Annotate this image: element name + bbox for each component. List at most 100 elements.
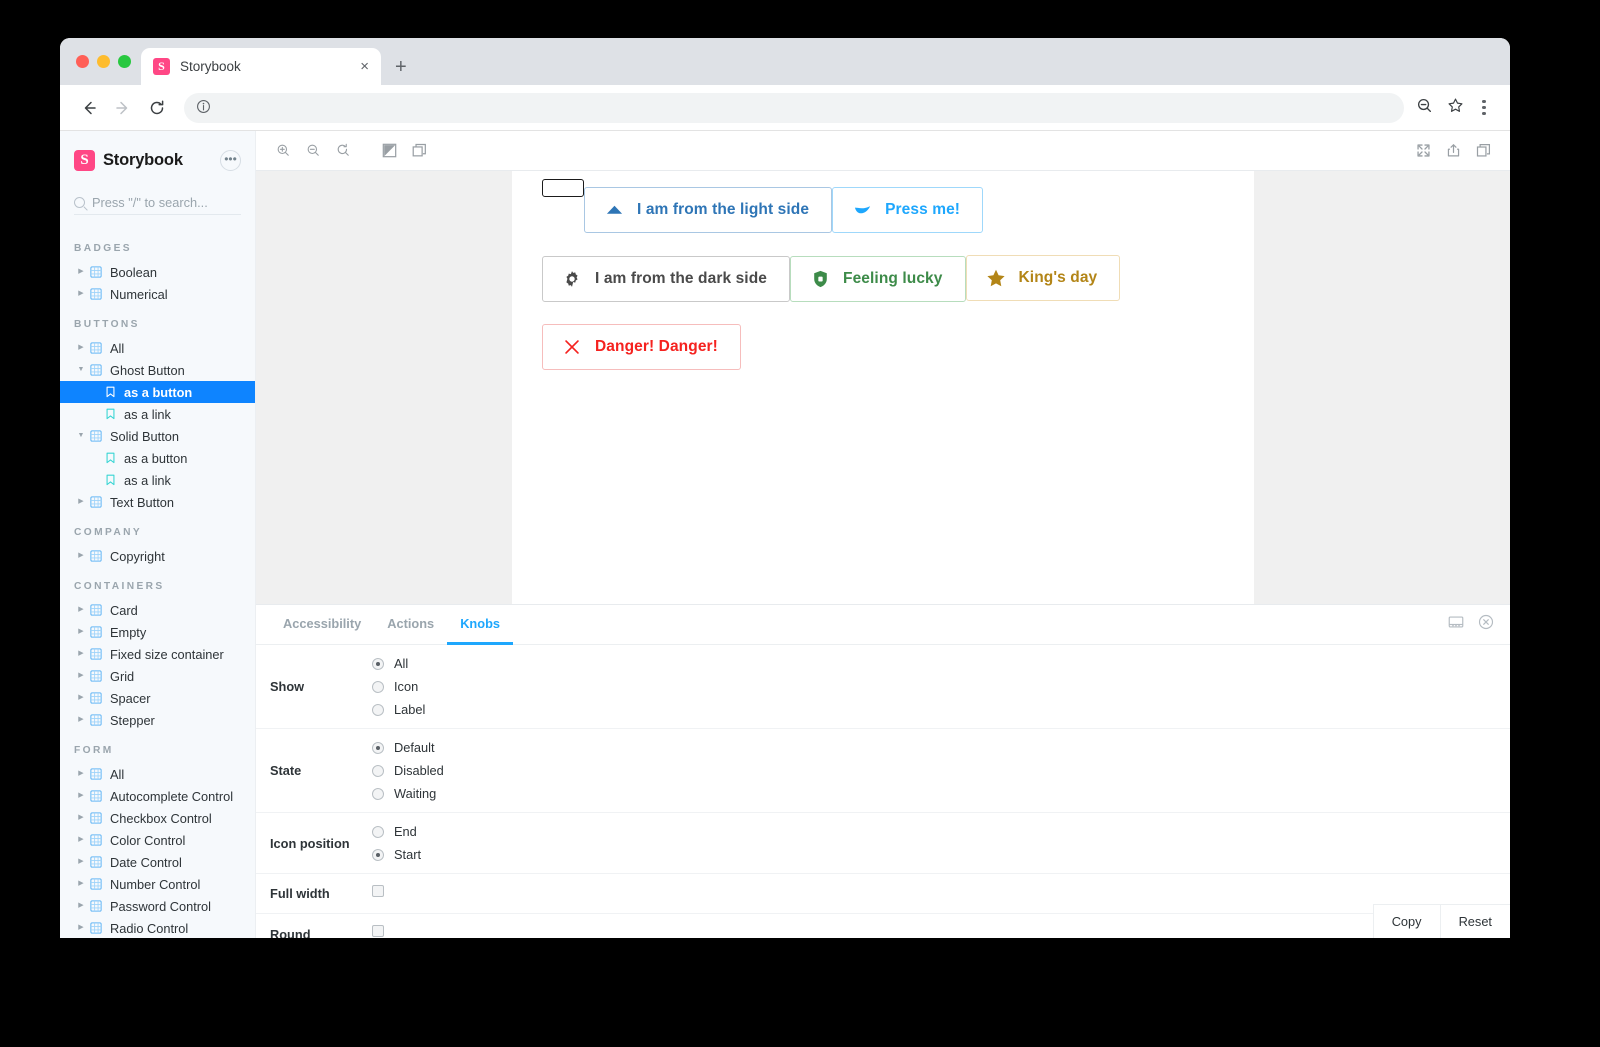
back-arrow-icon[interactable] [74,93,104,123]
chevron-down-icon[interactable]: ▼ [74,425,88,447]
panel-position-icon[interactable] [1448,614,1464,635]
sidebar-item-solid-button[interactable]: ▼ Solid Button [60,425,255,447]
background-contrast-icon[interactable] [376,138,402,164]
sidebar-item-numerical[interactable]: ▶ Numerical [60,283,255,305]
story-button-danger-danger[interactable]: Danger! Danger! [542,323,741,370]
chevron-right-icon[interactable]: ▶ [74,261,88,283]
chevron-right-icon[interactable]: ▶ [74,643,88,665]
chevron-right-icon[interactable]: ▶ [74,491,88,513]
radio-option-waiting[interactable]: Waiting [372,786,1510,801]
chevron-right-icon[interactable]: ▶ [74,895,88,917]
checkbox-full-width[interactable] [372,885,384,897]
close-tab-button[interactable]: × [360,59,369,74]
sidebar-item-checkbox-control[interactable]: ▶ Checkbox Control [60,807,255,829]
tab-accessibility[interactable]: Accessibility [270,605,374,645]
grid-layers-icon[interactable] [406,138,432,164]
reset-button[interactable]: Reset [1439,905,1510,938]
sidebar-item-text-button[interactable]: ▶ Text Button [60,491,255,513]
radio-button[interactable] [372,764,384,777]
checkbox-round[interactable] [372,925,384,937]
story-button-clipped[interactable] [542,179,584,197]
sidebar-item-empty[interactable]: ▶ Empty [60,621,255,643]
forward-arrow-icon[interactable] [108,93,138,123]
close-window-button[interactable] [76,55,89,68]
sidebar-item-date-control[interactable]: ▶ Date Control [60,851,255,873]
copy-icon[interactable] [1470,138,1496,164]
sidebar-item-as-a-link[interactable]: as a link [60,403,255,425]
zoom-in-icon[interactable] [270,138,296,164]
chevron-right-icon[interactable]: ▶ [74,851,88,873]
fullscreen-icon[interactable] [1410,138,1436,164]
sidebar-item-stepper[interactable]: ▶ Stepper [60,709,255,731]
tab-knobs[interactable]: Knobs [447,605,513,645]
chevron-right-icon[interactable]: ▶ [74,599,88,621]
sidebar-item-ghost-button[interactable]: ▼ Ghost Button [60,359,255,381]
radio-option-start[interactable]: Start [372,847,1510,862]
story-button-king-s-day[interactable]: King's day [965,255,1121,301]
sidebar-item-copyright[interactable]: ▶ Copyright [60,545,255,567]
chevron-right-icon[interactable]: ▶ [74,829,88,851]
kebab-menu-icon[interactable] [1472,93,1496,123]
chevron-down-icon[interactable]: ▼ [74,359,88,381]
radio-button[interactable] [372,787,384,800]
chevron-right-icon[interactable]: ▶ [74,545,88,567]
sidebar-item-as-a-link[interactable]: as a link [60,469,255,491]
chevron-right-icon[interactable]: ▶ [74,621,88,643]
radio-button[interactable] [372,825,384,838]
radio-button[interactable] [372,657,384,670]
story-button-feeling-lucky[interactable]: Feeling lucky [790,255,966,302]
radio-option-label[interactable]: Label [372,702,1510,717]
star-icon[interactable] [1447,97,1464,119]
zoom-out-icon[interactable] [1416,97,1433,119]
close-panel-icon[interactable] [1478,614,1494,635]
radio-button[interactable] [372,741,384,754]
reload-icon[interactable] [142,93,172,123]
chevron-right-icon[interactable]: ▶ [74,917,88,938]
radio-option-all[interactable]: All [372,656,1510,671]
sidebar-search[interactable] [74,191,241,215]
chevron-right-icon[interactable]: ▶ [74,687,88,709]
chevron-right-icon[interactable]: ▶ [74,763,88,785]
share-icon[interactable] [1440,138,1466,164]
new-tab-button[interactable]: + [395,57,407,77]
radio-option-default[interactable]: Default [372,740,1510,755]
sidebar-item-spacer[interactable]: ▶ Spacer [60,687,255,709]
story-button-i-am-from-the-light-side[interactable]: I am from the light side [584,187,833,233]
search-input[interactable] [92,195,241,210]
address-bar[interactable] [184,92,1404,123]
sidebar-item-fixed-size-container[interactable]: ▶ Fixed size container [60,643,255,665]
zoom-out-icon[interactable] [300,138,326,164]
sidebar-item-number-control[interactable]: ▶ Number Control [60,873,255,895]
maximize-window-button[interactable] [118,55,131,68]
sidebar-item-all[interactable]: ▶ All [60,337,255,359]
sidebar-item-autocomplete-control[interactable]: ▶ Autocomplete Control [60,785,255,807]
chevron-right-icon[interactable]: ▶ [74,337,88,359]
chevron-right-icon[interactable]: ▶ [74,807,88,829]
chevron-right-icon[interactable]: ▶ [74,283,88,305]
info-icon[interactable] [196,99,211,117]
sidebar-item-all[interactable]: ▶ All [60,763,255,785]
sidebar-item-as-a-button[interactable]: as a button [60,381,255,403]
sidebar-brand[interactable]: S Storybook ••• [60,145,255,175]
chevron-right-icon[interactable]: ▶ [74,709,88,731]
sidebar-item-boolean[interactable]: ▶ Boolean [60,261,255,283]
radio-option-icon[interactable]: Icon [372,679,1510,694]
chevron-right-icon[interactable]: ▶ [74,665,88,687]
minimize-window-button[interactable] [97,55,110,68]
story-button-i-am-from-the-dark-side[interactable]: I am from the dark side [542,255,790,302]
sidebar-item-color-control[interactable]: ▶ Color Control [60,829,255,851]
chevron-right-icon[interactable]: ▶ [74,873,88,895]
radio-button[interactable] [372,848,384,861]
radio-option-end[interactable]: End [372,824,1510,839]
radio-button[interactable] [372,680,384,693]
browser-tab[interactable]: S Storybook × [141,48,381,85]
story-button-press-me[interactable]: Press me! [832,187,984,233]
tab-actions[interactable]: Actions [374,605,447,645]
sidebar-menu-button[interactable]: ••• [220,149,241,171]
sidebar-item-grid[interactable]: ▶ Grid [60,665,255,687]
copy-button[interactable]: Copy [1372,905,1440,938]
sidebar-item-as-a-button[interactable]: as a button [60,447,255,469]
chevron-right-icon[interactable]: ▶ [74,785,88,807]
radio-button[interactable] [372,703,384,716]
sidebar-item-card[interactable]: ▶ Card [60,599,255,621]
